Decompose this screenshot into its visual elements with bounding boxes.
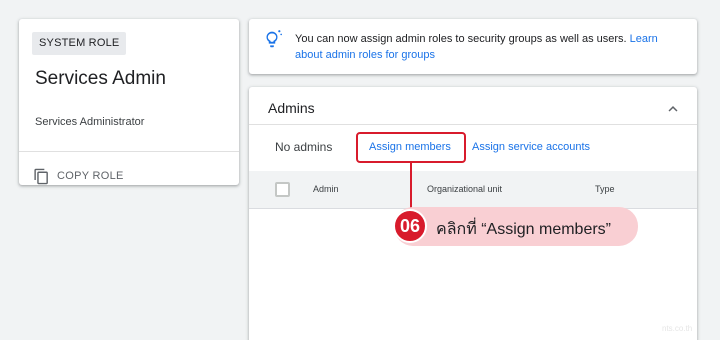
role-description: Services Administrator: [35, 116, 145, 128]
role-card-divider: [19, 151, 239, 152]
role-card: SYSTEM ROLE Services Admin Services Admi…: [19, 19, 239, 185]
lightbulb-icon: [266, 30, 282, 48]
column-header-type[interactable]: Type: [595, 184, 615, 194]
copy-role-label: COPY ROLE: [57, 170, 124, 182]
role-name: Services Admin: [35, 68, 166, 89]
callout-connector: [410, 163, 412, 211]
copy-role-button[interactable]: COPY ROLE: [33, 166, 124, 186]
info-message: You can now assign admin roles to securi…: [295, 31, 685, 63]
column-header-organizational-unit[interactable]: Organizational unit: [427, 184, 502, 194]
chevron-up-icon[interactable]: [664, 100, 682, 118]
admins-table-header: Admin Organizational unit Type: [249, 171, 697, 209]
admins-title: Admins: [268, 100, 315, 116]
select-all-checkbox[interactable]: [275, 182, 290, 197]
step-number-badge: 06: [393, 209, 427, 243]
callout-instruction: คลิกที่ “Assign members”: [436, 221, 611, 238]
info-banner: You can now assign admin roles to securi…: [249, 19, 697, 74]
column-header-admin[interactable]: Admin: [313, 184, 339, 194]
admins-divider: [249, 124, 697, 125]
assign-service-accounts-button[interactable]: Assign service accounts: [472, 141, 590, 153]
no-admins-label: No admins: [275, 140, 333, 154]
system-role-chip: SYSTEM ROLE: [32, 32, 127, 55]
watermark: nts.co.th: [662, 324, 693, 333]
info-message-text: You can now assign admin roles to securi…: [295, 33, 630, 45]
copy-icon: [34, 168, 48, 184]
assign-members-highlight: [356, 132, 466, 163]
